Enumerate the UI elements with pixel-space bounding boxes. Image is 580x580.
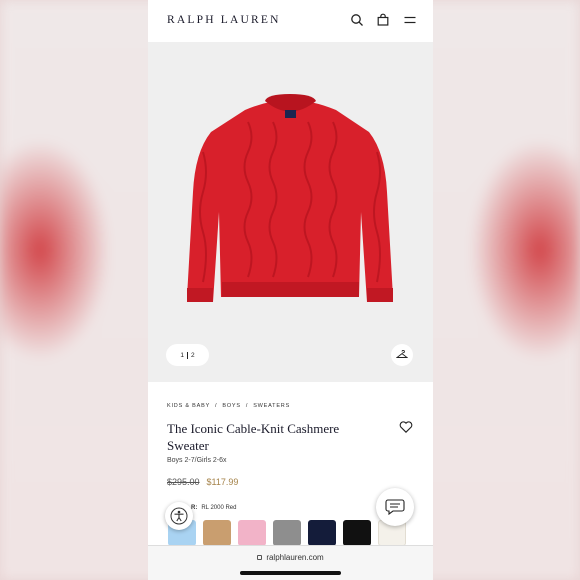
mobile-screen: RALPH LAUREN 1 2 KIDS & BABY / BOYS / SW…	[148, 0, 433, 580]
image-pager[interactable]: 1 2	[166, 344, 209, 366]
swatch-pink[interactable]	[238, 520, 266, 546]
chat-icon[interactable]	[376, 488, 414, 526]
original-price: $295.00	[167, 477, 200, 487]
pager-total: 2	[191, 351, 195, 359]
brand-logo[interactable]: RALPH LAUREN	[167, 14, 281, 26]
product-title: The Iconic Cable-Knit Cashmere Sweater	[167, 421, 340, 453]
swatch-grey[interactable]	[273, 520, 301, 546]
breadcrumb-separator: /	[245, 403, 249, 409]
sweater-image	[187, 94, 393, 302]
pager-divider	[187, 351, 188, 359]
breadcrumb-boys[interactable]: BOYS	[222, 403, 240, 409]
home-indicator[interactable]	[240, 571, 341, 575]
product-size-range: Boys 2-7/Girls 2-6x	[167, 457, 227, 464]
accessibility-icon[interactable]	[165, 502, 193, 530]
color-value: RL 2000 Red	[201, 505, 237, 511]
url-display[interactable]: ralphlauren.com	[148, 553, 433, 562]
site-header: RALPH LAUREN	[148, 0, 433, 42]
menu-icon[interactable]	[403, 13, 417, 27]
shopping-bag-icon[interactable]	[376, 13, 390, 27]
swatch-black[interactable]	[343, 520, 371, 546]
swatch-navy[interactable]	[308, 520, 336, 546]
url-text: ralphlauren.com	[266, 553, 324, 562]
breadcrumb-sweaters[interactable]: SWEATERS	[253, 403, 290, 409]
hanger-icon[interactable]	[391, 344, 413, 366]
breadcrumb-separator: /	[215, 403, 218, 409]
search-icon[interactable]	[350, 13, 364, 27]
lock-icon	[257, 555, 263, 560]
heart-icon[interactable]	[399, 420, 413, 434]
color-swatches	[168, 520, 406, 546]
pager-current: 1	[180, 351, 184, 359]
breadcrumb-kids-baby[interactable]: KIDS & BABY	[167, 403, 210, 409]
swatch-camel[interactable]	[203, 520, 231, 546]
breadcrumb: KIDS & BABY / BOYS / SWEATERS	[167, 403, 417, 409]
product-image-gallery[interactable]: 1 2	[148, 42, 433, 382]
price-block: $295.00 $117.99	[167, 477, 238, 487]
sale-price: $117.99	[206, 477, 239, 487]
